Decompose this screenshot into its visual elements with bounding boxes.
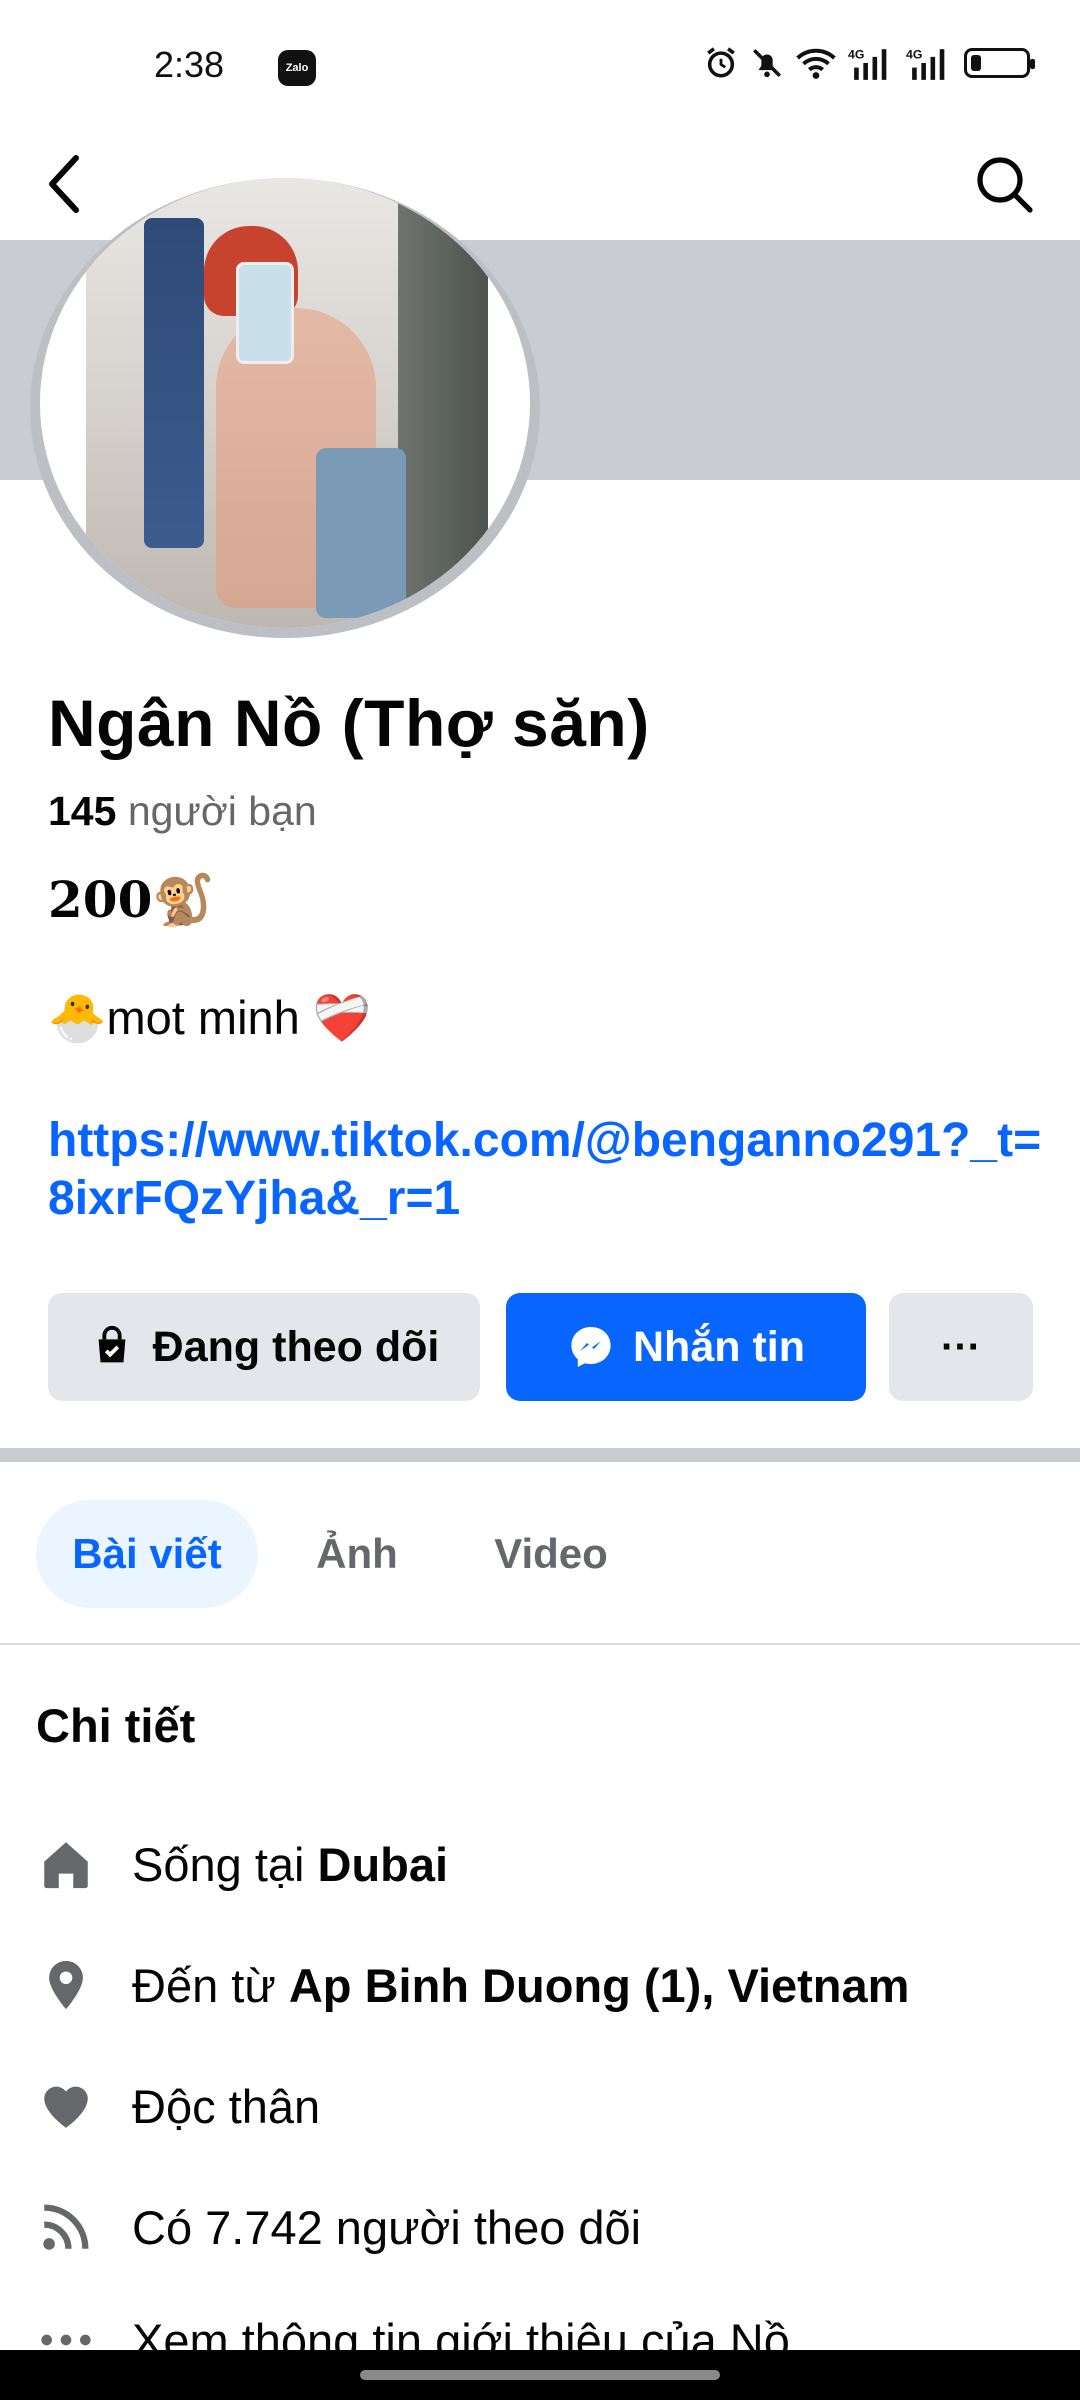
rss-feed-icon <box>36 2197 96 2257</box>
profile-avatar[interactable] <box>30 178 540 638</box>
zalo-notification-icon: Zalo <box>278 50 316 86</box>
home-gesture-handle[interactable] <box>360 2370 720 2380</box>
status-icons: 4G 4G <box>704 46 1035 80</box>
home-icon <box>36 1834 96 1894</box>
zalo-label: Zalo <box>285 62 309 74</box>
system-nav-bar <box>0 2350 1080 2400</box>
lives-prefix: Sống tại <box>132 1837 318 1891</box>
following-check-icon <box>98 1325 126 1363</box>
battery-level <box>971 55 981 71</box>
wifi-icon <box>796 48 836 79</box>
following-button[interactable]: Đang theo dõi <box>48 1293 480 1401</box>
bio-link[interactable]: https://www.tiktok.com/@benganno291?_t=8… <box>48 1112 1048 1228</box>
search-icon <box>977 157 1033 213</box>
tab-photos[interactable]: Ảnh <box>286 1500 428 1608</box>
friends-count[interactable]: 145 người bạn <box>48 788 317 835</box>
svg-text:4G: 4G <box>848 47 864 61</box>
detail-followers[interactable]: Có 7.742 người theo dõi <box>36 2187 1076 2267</box>
chevron-left-icon <box>49 155 79 213</box>
relationship-text: Độc thân <box>132 2079 321 2133</box>
tab-videos[interactable]: Video <box>468 1500 634 1608</box>
alarm-icon <box>707 47 735 78</box>
more-dots-icon: ··· <box>941 1324 981 1369</box>
details-title: Chi tiết <box>36 1699 196 1752</box>
detail-from[interactable]: Đến từ Ap Binh Duong (1), Vietnam <box>36 1945 1076 2025</box>
messenger-icon <box>571 1327 611 1367</box>
profile-tabs: Bài viết Ảnh Video <box>0 1500 1080 1608</box>
avatar-photo <box>86 178 488 628</box>
svg-text:4G: 4G <box>906 47 922 61</box>
detail-relationship[interactable]: Độc thân <box>36 2066 1076 2146</box>
detail-lives-in[interactable]: Sống tại Dubai <box>36 1824 1076 1904</box>
status-bar: 2:38 Zalo 4G 4G <box>0 0 1080 130</box>
battery-icon <box>964 48 1035 78</box>
location-pin-icon <box>36 1955 96 2015</box>
friends-number: 145 <box>48 788 117 834</box>
more-options-button[interactable]: ··· <box>889 1293 1033 1401</box>
signal-4g-icon-1: 4G <box>848 47 887 80</box>
lives-value: Dubai <box>317 1837 449 1891</box>
following-label: Đang theo dõi <box>152 1322 440 1371</box>
search-button[interactable] <box>964 144 1044 224</box>
from-prefix: Đến từ <box>132 1958 289 2012</box>
signal-4g-icon-2: 4G <box>906 47 945 80</box>
status-time: 2:38 <box>154 44 225 85</box>
bio-line-2: 🐣mot minh ❤️‍🩹 <box>48 991 372 1044</box>
bio-line-1: 200🐒 <box>48 870 215 929</box>
from-value: Ap Binh Duong (1), Vietnam <box>288 1958 910 2012</box>
section-divider <box>0 1448 1080 1462</box>
friends-label: người bạn <box>127 788 317 834</box>
message-button[interactable]: Nhắn tin <box>506 1293 866 1401</box>
mute-bell-icon <box>752 48 782 78</box>
profile-name: Ngân Nồ (Thợ săn) <box>48 686 650 760</box>
message-label: Nhắn tin <box>633 1322 805 1371</box>
tab-posts[interactable]: Bài viết <box>36 1500 258 1608</box>
followers-text: Có 7.742 người theo dõi <box>132 2200 642 2254</box>
heart-icon <box>36 2076 96 2136</box>
tabs-divider <box>0 1643 1080 1645</box>
